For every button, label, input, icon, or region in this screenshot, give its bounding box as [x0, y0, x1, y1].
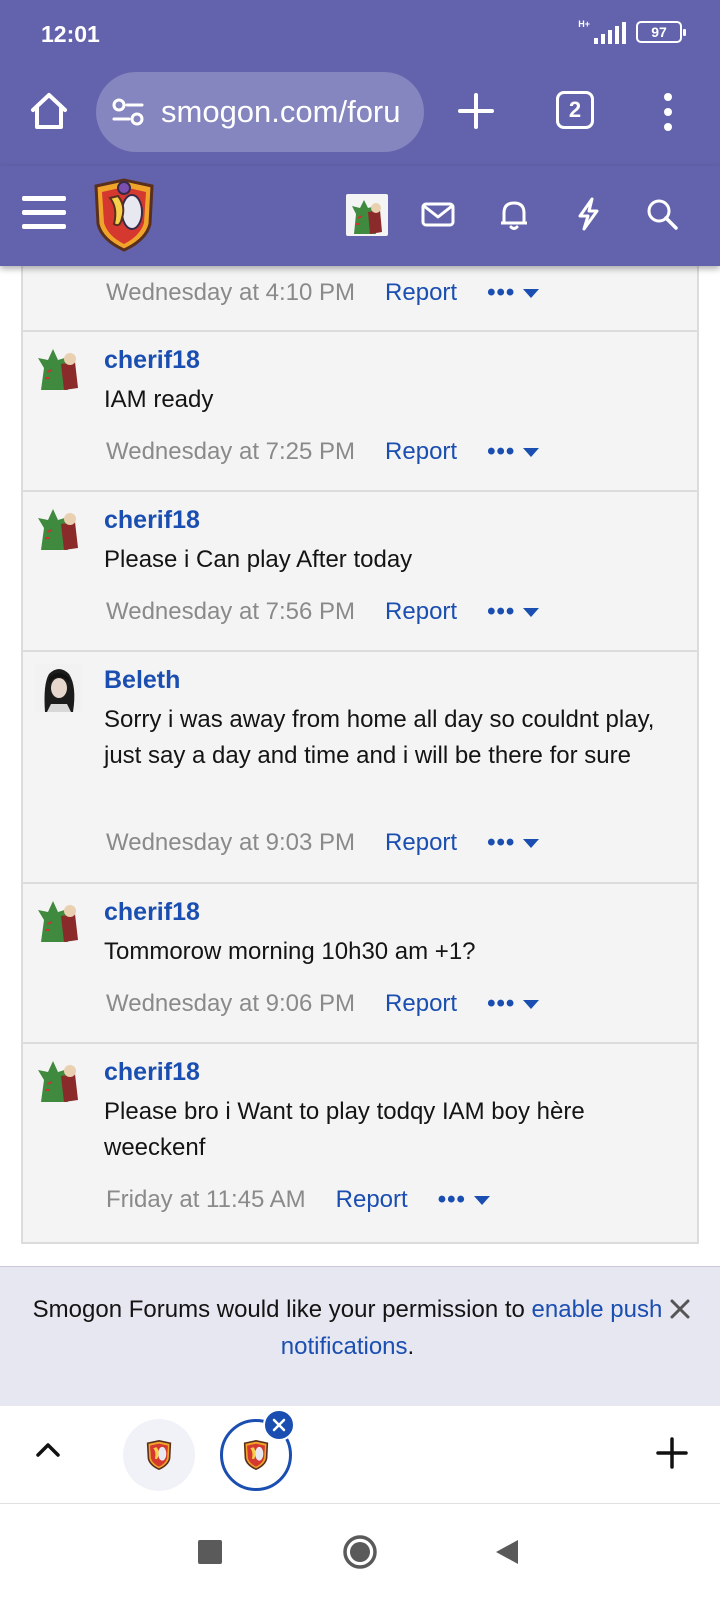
browser-toolbar: smogon.com/foru 2: [0, 66, 720, 166]
push-banner-message: Smogon Forums would like your permission…: [32, 1296, 532, 1323]
post-item: Wednesday at 4:10 PM Report •••: [23, 266, 697, 332]
report-link[interactable]: Report: [385, 829, 457, 856]
smogon-logo[interactable]: [92, 178, 156, 252]
post-author[interactable]: cherif18: [104, 898, 200, 927]
more-actions-button[interactable]: •••: [487, 990, 540, 1018]
chevron-up-icon[interactable]: [34, 1439, 62, 1459]
signal-icon: H+: [578, 20, 626, 44]
status-time: 12:01: [41, 21, 100, 47]
battery-icon: 97: [636, 21, 686, 43]
caret-down-icon: [523, 838, 540, 848]
post-body: Sorry i was away from home all day so co…: [104, 706, 655, 769]
close-icon[interactable]: [668, 1297, 692, 1321]
forum-header: [0, 166, 720, 266]
post-time[interactable]: Wednesday at 9:03 PM: [106, 829, 355, 856]
post-item: cherif18 Please i Can play After today W…: [23, 492, 697, 652]
post-item: cherif18 IAM ready Wednesday at 7:25 PM R…: [23, 332, 697, 492]
post-author[interactable]: Beleth: [104, 666, 180, 695]
post-time[interactable]: Wednesday at 9:06 PM: [106, 990, 355, 1017]
post-meta: Wednesday at 7:56 PM Report •••: [106, 598, 540, 626]
home-icon[interactable]: [28, 90, 70, 132]
push-banner-text: Smogon Forums would like your permission…: [30, 1291, 665, 1365]
system-nav-bar: [0, 1504, 720, 1600]
more-actions-button[interactable]: •••: [487, 829, 540, 857]
mail-icon[interactable]: [420, 196, 456, 232]
user-avatar[interactable]: [346, 194, 388, 236]
close-tab-icon[interactable]: [263, 1409, 295, 1441]
post-meta: Wednesday at 9:03 PM Report •••: [106, 829, 540, 857]
post-meta: Friday at 11:45 AM Report •••: [106, 1186, 490, 1214]
more-actions-button[interactable]: •••: [438, 1186, 490, 1214]
post-author[interactable]: cherif18: [104, 346, 200, 375]
report-link[interactable]: Report: [385, 598, 457, 625]
address-bar[interactable]: smogon.com/foru: [96, 72, 424, 152]
caret-down-icon: [523, 607, 540, 617]
post-item: cherif18 Please bro i Want to play todqy…: [23, 1044, 697, 1244]
post-body: Please bro i Want to play todqy IAM boy …: [104, 1098, 585, 1161]
post-time[interactable]: Wednesday at 7:56 PM: [106, 598, 355, 625]
new-tab-icon[interactable]: [455, 90, 497, 132]
status-bar: 12:01 H+ 97: [0, 0, 720, 66]
hamburger-menu-icon[interactable]: [22, 196, 66, 232]
thread-content: Wednesday at 4:10 PM Report ••• cherif18 I…: [0, 266, 720, 1266]
post-author[interactable]: cherif18: [104, 506, 200, 535]
more-actions-button[interactable]: •••: [487, 598, 540, 626]
report-link[interactable]: Report: [385, 438, 457, 465]
caret-down-icon: [473, 1195, 490, 1205]
report-link[interactable]: Report: [336, 1186, 408, 1213]
post-item: Beleth Sorry i was away from home all da…: [23, 652, 697, 884]
status-indicators: H+ 97: [578, 20, 686, 44]
push-notification-banner: Smogon Forums would like your permission…: [0, 1266, 720, 1406]
post-meta: Wednesday at 7:25 PM Report •••: [106, 438, 540, 466]
more-menu-icon[interactable]: [660, 92, 676, 132]
url-text: smogon.com/foru: [161, 94, 401, 129]
more-actions-button[interactable]: •••: [487, 279, 540, 307]
back-icon[interactable]: [494, 1538, 520, 1566]
caret-down-icon: [523, 999, 540, 1009]
avatar[interactable]: [35, 344, 83, 392]
post-time[interactable]: Wednesday at 4:10 PM: [106, 279, 355, 306]
tab-switcher-button[interactable]: 2: [556, 91, 594, 129]
post-meta: Wednesday at 4:10 PM Report •••: [106, 279, 540, 307]
post-author[interactable]: cherif18: [104, 1058, 200, 1087]
report-link[interactable]: Report: [385, 279, 457, 306]
add-tab-icon[interactable]: [656, 1437, 688, 1469]
report-link[interactable]: Report: [385, 990, 457, 1017]
home-circle-icon[interactable]: [342, 1534, 378, 1570]
network-type: H+: [578, 19, 590, 29]
smogon-favicon-icon: [243, 1440, 269, 1470]
tab-strip: [0, 1406, 720, 1504]
post-time[interactable]: Friday at 11:45 AM: [106, 1186, 306, 1213]
post-meta: Wednesday at 9:06 PM Report •••: [106, 990, 540, 1018]
site-settings-icon[interactable]: [112, 98, 144, 126]
bell-icon[interactable]: [496, 196, 532, 232]
avatar[interactable]: [35, 1056, 83, 1104]
lightning-icon[interactable]: [570, 196, 606, 232]
post-body: IAM ready: [104, 386, 214, 413]
avatar[interactable]: [35, 896, 83, 944]
tab-thumbnail[interactable]: [123, 1419, 195, 1491]
battery-level: 97: [651, 24, 667, 40]
avatar[interactable]: [35, 504, 83, 552]
post-list: Wednesday at 4:10 PM Report ••• cherif18 I…: [21, 266, 699, 1244]
caret-down-icon: [523, 288, 540, 298]
post-body: Tommorow morning 10h30 am +1?: [104, 938, 476, 965]
post-item: cherif18 Tommorow morning 10h30 am +1? W…: [23, 884, 697, 1044]
caret-down-icon: [523, 447, 540, 457]
smogon-favicon-icon: [146, 1440, 172, 1470]
more-actions-button[interactable]: •••: [487, 438, 540, 466]
search-icon[interactable]: [644, 196, 680, 232]
post-time[interactable]: Wednesday at 7:25 PM: [106, 438, 355, 465]
post-body: Please i Can play After today: [104, 546, 413, 573]
recent-apps-icon[interactable]: [198, 1540, 222, 1564]
avatar[interactable]: [35, 664, 83, 712]
push-banner-period: .: [407, 1333, 415, 1360]
